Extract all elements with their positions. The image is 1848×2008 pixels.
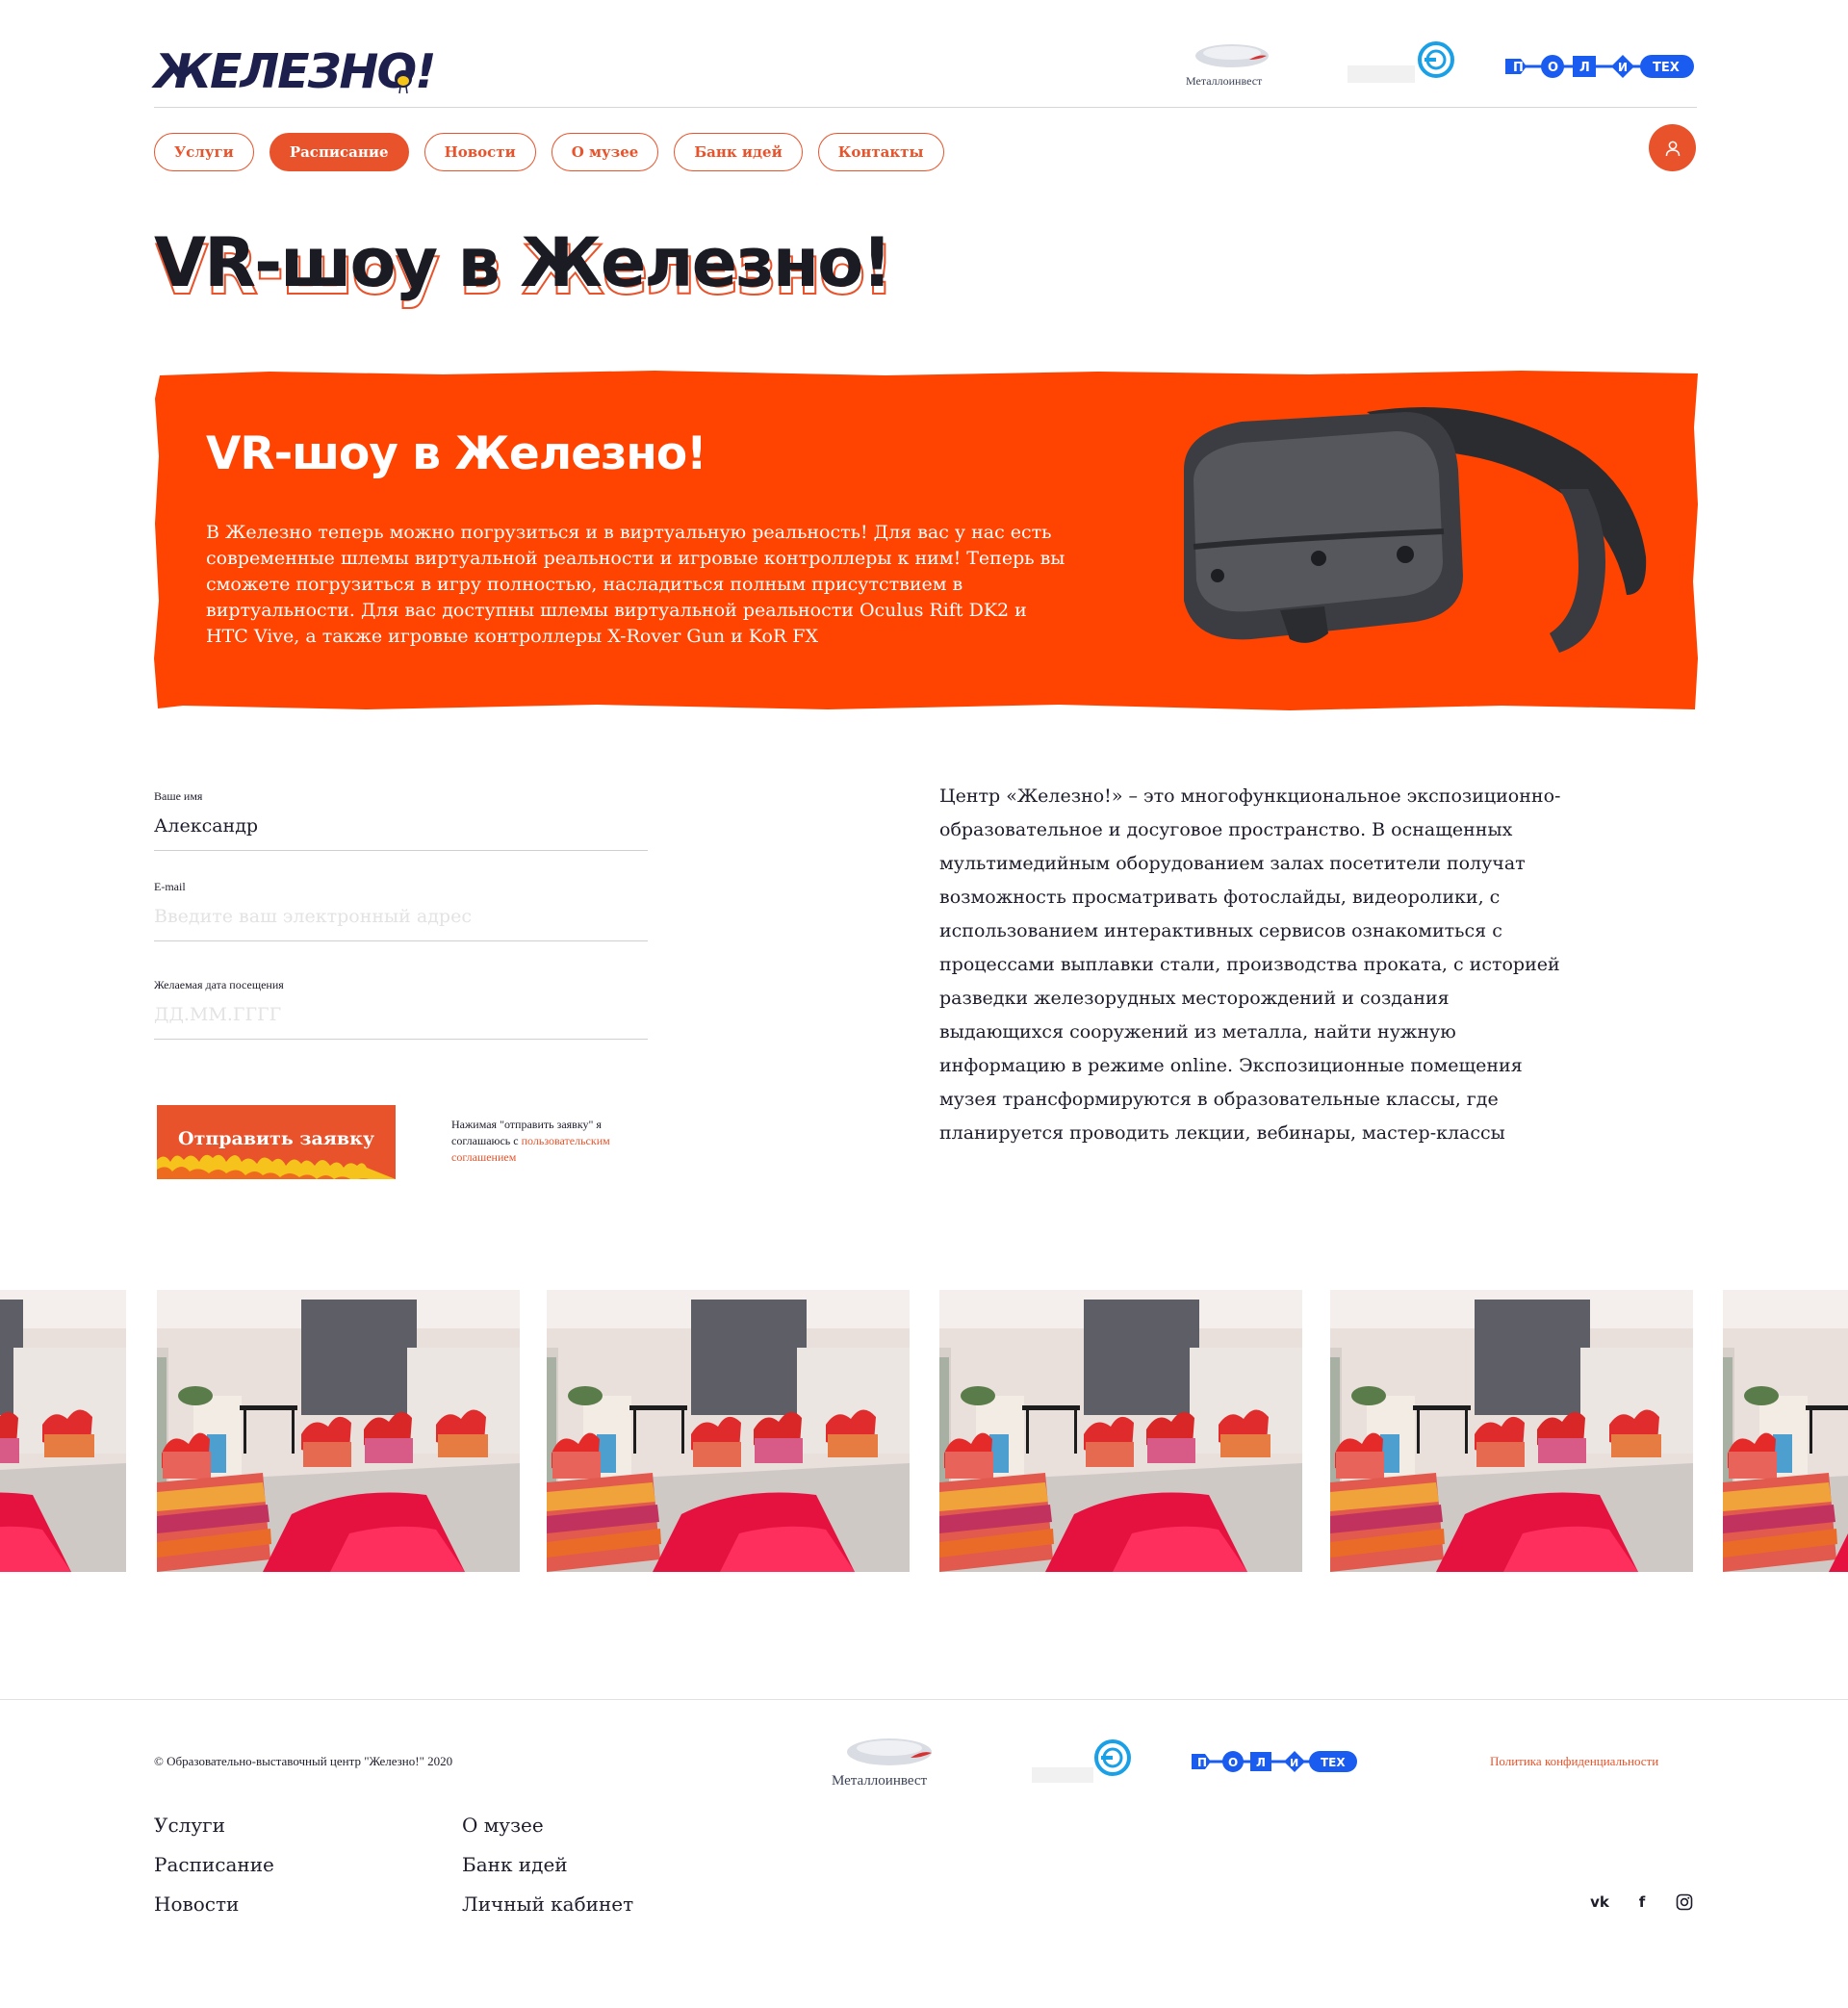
footer-link-about[interactable]: О музее <box>462 1814 654 1838</box>
metalloinvest-mark-icon <box>847 1738 932 1765</box>
nav-item-contacts[interactable]: Контакты <box>817 133 944 171</box>
header-divider <box>154 107 1697 108</box>
photo-gallery <box>0 1290 1848 1572</box>
page-title-block: VR-шоу в Железно! VR-шоу в Железно! <box>154 223 895 305</box>
date-input[interactable] <box>154 992 648 1039</box>
gallery-photo[interactable] <box>0 1290 126 1572</box>
footer-metalloinvest-label: Металлоинвест <box>832 1773 928 1789</box>
vk-icon[interactable]: vk <box>1590 1892 1609 1912</box>
flame-pattern-icon <box>157 1154 396 1179</box>
banner-description: В Железно теперь можно погрузиться и в в… <box>206 522 1065 647</box>
polytech-l: Л <box>1256 1756 1266 1769</box>
polytech-logo[interactable]: П О Л И ТЕХ <box>1503 50 1696 83</box>
account-button[interactable] <box>1649 124 1696 171</box>
room-photo-image <box>547 1290 910 1572</box>
date-field: Желаемая дата посещения <box>154 978 648 1040</box>
date-label: Желаемая дата посещения <box>154 978 284 991</box>
metalloinvest-mark-icon <box>1195 44 1269 67</box>
footer-nav: Услуги О музее Расписание Банк идей Ново… <box>154 1814 654 1917</box>
footer-divider <box>0 1699 1848 1700</box>
email-input[interactable] <box>154 894 648 940</box>
polytech-mark-icon: П О Л И ТЕХ <box>1505 55 1694 78</box>
ekn-mark-icon <box>1032 1739 1131 1783</box>
consent-note: Нажимая "отправить заявку" я соглашаюсь … <box>451 1117 654 1166</box>
ekn-mark-icon <box>1348 41 1454 83</box>
nav-item-ideas[interactable]: Банк идей <box>674 133 803 171</box>
name-field: Ваше имя <box>154 789 648 851</box>
footer-link-account[interactable]: Личный кабинет <box>462 1892 654 1917</box>
polytech-o: О <box>1228 1756 1238 1769</box>
social-links: vk f <box>1590 1892 1694 1912</box>
privacy-link[interactable]: Политика конфиденциальности <box>1490 1754 1658 1769</box>
user-icon <box>1665 141 1680 156</box>
nav-item-news[interactable]: Новости <box>424 133 536 171</box>
copyright-text: © Образовательно-выставочный центр "Желе… <box>154 1754 453 1768</box>
metalloinvest-label: Металлоинвест <box>1186 74 1263 88</box>
banner-title: VR-шоу в Железно! <box>206 427 707 480</box>
gallery-photo[interactable] <box>939 1290 1302 1572</box>
gallery-photo[interactable] <box>1330 1290 1693 1572</box>
ekn-logo[interactable] <box>1344 39 1459 92</box>
gallery-photo[interactable] <box>157 1290 520 1572</box>
polytech-i: И <box>1618 61 1628 74</box>
main-nav: Услуги Расписание Новости О музее Банк и… <box>154 133 944 171</box>
polytech-i: И <box>1290 1757 1298 1769</box>
polytech-p: П <box>1197 1756 1207 1769</box>
email-label: E-mail <box>154 880 186 893</box>
metalloinvest-logo[interactable]: Металлоинвест <box>1182 40 1288 90</box>
room-photo-image <box>939 1290 1302 1572</box>
instagram-icon[interactable] <box>1675 1892 1694 1912</box>
email-field: E-mail <box>154 880 648 941</box>
footer-metalloinvest-logo[interactable]: Металлоинвест <box>830 1733 955 1790</box>
polytech-l: Л <box>1579 61 1590 75</box>
room-photo-image <box>1330 1290 1693 1572</box>
footer-polytech-logo[interactable]: П О Л И ТЕХ <box>1190 1747 1359 1776</box>
instagram-glyph-icon <box>1676 1893 1693 1911</box>
about-text: Центр «Железно!» – это многофункциональн… <box>939 785 1561 1144</box>
polytech-p: П <box>1513 61 1524 75</box>
footer-link-news[interactable]: Новости <box>154 1892 462 1917</box>
room-photo-image <box>157 1290 520 1572</box>
gallery-photo[interactable] <box>547 1290 910 1572</box>
submit-button[interactable]: Отправить заявку <box>157 1105 396 1179</box>
facebook-icon[interactable]: f <box>1632 1892 1652 1912</box>
submit-label: Отправить заявку <box>178 1128 374 1149</box>
polytech-o: О <box>1548 61 1558 75</box>
footer-link-schedule[interactable]: Расписание <box>154 1853 462 1877</box>
page-title: VR-шоу в Железно! <box>154 223 892 302</box>
nav-item-schedule[interactable]: Расписание <box>269 133 409 171</box>
footer-link-services[interactable]: Услуги <box>154 1814 462 1838</box>
footer-link-ideas[interactable]: Банк идей <box>462 1853 654 1877</box>
promo-banner: VR-шоу в Железно! В Железно теперь можно… <box>154 370 1700 711</box>
polytech-tex: ТЕХ <box>1321 1756 1346 1769</box>
room-photo-image <box>0 1290 126 1572</box>
polytech-tex: ТЕХ <box>1653 61 1680 75</box>
gallery-photo[interactable] <box>1723 1290 1848 1572</box>
footer-ekn-logo[interactable] <box>1028 1737 1143 1790</box>
mascot-icon <box>395 70 412 94</box>
polytech-mark-icon: П О Л И ТЕХ <box>1192 1751 1357 1772</box>
name-label: Ваше имя <box>154 789 203 803</box>
name-input[interactable] <box>154 804 648 850</box>
vr-headset-image <box>1184 407 1647 653</box>
nav-item-services[interactable]: Услуги <box>154 133 254 171</box>
nav-item-about[interactable]: О музее <box>551 133 659 171</box>
room-photo-image <box>1723 1290 1848 1572</box>
